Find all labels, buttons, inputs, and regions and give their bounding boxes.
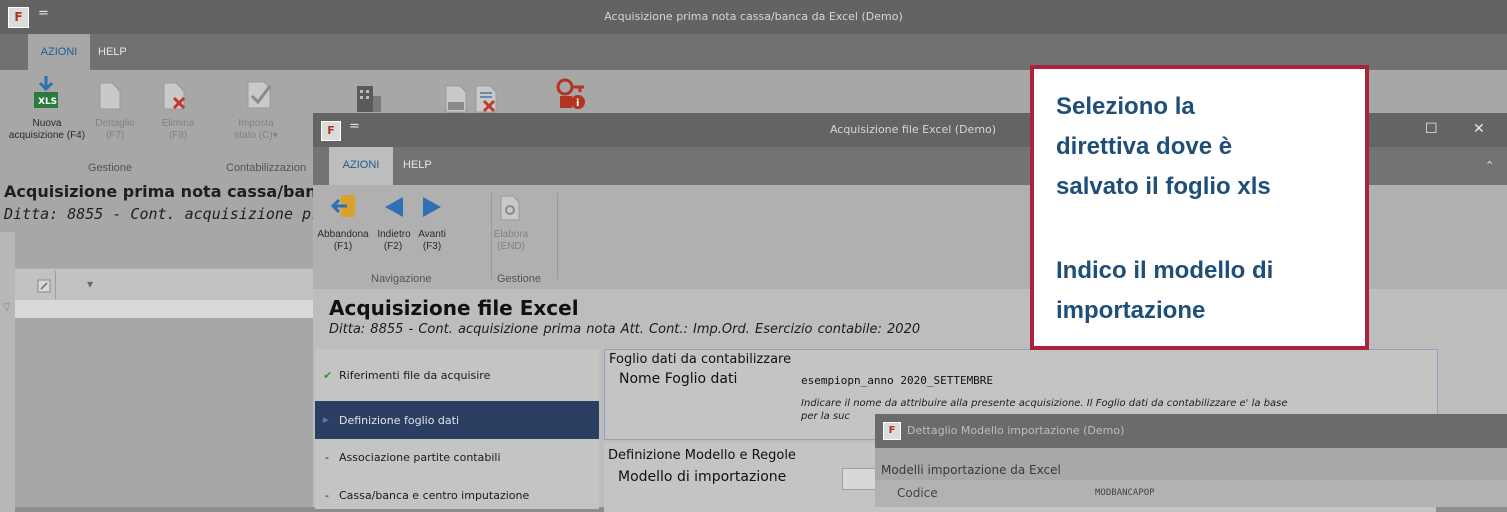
imposta-label-2: stato (C)▾ [234,130,278,141]
elimina-label-1: Elimina [161,118,195,129]
elimina-button[interactable]: Elimina (F8) [132,76,194,156]
group-navigazione-label: Navigazione [371,273,432,285]
step-riferimenti-label: Riferimenti file da acquisire [339,369,491,382]
callout-line-5: importazione [1056,297,1206,324]
step-bullet: - [325,489,329,502]
document-icon [99,82,121,110]
codice-label: Codice [897,486,938,500]
collapse-ribbon-icon[interactable]: ⌃ [1485,159,1494,172]
current-step-icon: ▸ [323,413,329,426]
callout-line-2: direttiva dove è [1056,133,1233,160]
abbandona-label-2: (F1) [333,241,353,252]
nuova-acquisizione-button[interactable]: XLS Nuova acquisizione (F4) [8,76,86,156]
sort-marker-icon[interactable]: ▾ [87,277,93,291]
dialog-page-title: Acquisizione file Excel [329,296,579,320]
avanti-label-2: (F3) [422,241,442,252]
dialog-group-gestione-label: Gestione [497,273,542,285]
close-icon[interactable]: ✕ [1473,121,1485,137]
foglio-dati-section-title: Foglio dati da contabilizzare [609,352,792,367]
callout-line-4: Indico il modello di [1056,257,1274,284]
dialog-tab-azioni[interactable]: AZIONI [329,147,393,185]
avanti-button[interactable]: Avanti (F3) [413,193,449,259]
modello-section-title: Definizione Modello e Regole [608,448,796,463]
grid-header: ▾ [15,268,315,301]
step-bullet: - [325,451,329,464]
elabora-label-1: Elabora [493,229,529,240]
subdialog-app-icon: F [883,422,901,440]
nome-foglio-hint: Indicare il nome da attribuire alla pres… [801,398,1288,409]
delete-list-icon[interactable] [472,84,500,114]
print-document-icon[interactable] [442,84,470,114]
ribbon-group-divider [491,193,492,279]
dettaglio-button[interactable]: Dettaglio (F7) [86,76,135,156]
callout-line-3: salvato il foglio xls [1056,173,1271,200]
svg-text:i: i [576,98,579,109]
arrow-left-icon [385,197,403,217]
elabora-label-2: (END) [497,241,525,252]
tab-azioni[interactable]: AZIONI [28,34,90,70]
nome-foglio-field[interactable]: esempiopn_anno 2020_SETTEMBRE [801,374,993,387]
codice-row: Codice MODBANCAPOP [875,480,1507,507]
wizard-steps: ✔ Riferimenti file da acquisire ▸ Defini… [315,349,599,509]
step-cassa-banca[interactable]: - Cassa/banca e centro imputazione [315,475,599,511]
avanti-label-1: Avanti [418,229,446,240]
step-definizione-label: Definizione foglio dati [339,414,460,427]
nome-foglio-hint-2: per la suc [801,411,850,422]
elabora-button[interactable]: Elabora (END) [489,193,533,259]
codice-field[interactable]: MODBANCAPOP [1095,488,1155,498]
modelli-section-title: Modelli importazione da Excel [881,463,1061,477]
step-associazione[interactable]: - Associazione partite contabili [315,439,599,475]
dettaglio-modello-window: F Dettaglio Modello importazione (Demo) … [875,414,1507,507]
imposta-stato-button[interactable]: Imposta stato (C)▾ [226,76,286,156]
indietro-label-2: (F2) [383,241,403,252]
callout-line-1: Seleziono la [1056,93,1195,120]
group-contabilizzazione-label: Contabilizzazion [226,162,307,174]
abbandona-button[interactable]: Abbandona (F1) [315,193,371,259]
exit-icon [331,195,355,217]
main-page-title: Acquisizione prima nota cassa/banca [4,182,337,201]
process-document-icon [500,195,520,221]
main-window-title: Acquisizione prima nota cassa/banca da E… [604,10,903,23]
nuova-label-1: Nuova [32,118,62,129]
maximize-icon[interactable]: ☐ [1425,121,1438,137]
edit-icon[interactable] [37,279,51,293]
ribbon-group-divider-2 [557,193,558,279]
step-riferimenti[interactable]: ✔ Riferimenti file da acquisire [315,349,599,401]
group-gestione-label: Gestione [88,162,133,174]
xls-import-icon: XLS [34,76,58,108]
modello-label: Modello di importazione [618,469,787,485]
nuova-label-2: acquisizione (F4) [8,130,86,141]
indietro-button[interactable]: Indietro (F2) [373,193,413,259]
tab-help[interactable]: HELP [98,34,127,70]
filter-icon[interactable]: ▽ [3,302,11,313]
main-title-bar: F = Acquisizione prima nota cassa/banca … [0,0,1507,34]
grid-filter-row: ▽ [3,300,315,318]
main-page-subtitle: Ditta: 8855 - Cont. acquisizione prima [4,205,348,223]
indietro-label-1: Indietro [377,229,411,240]
imposta-label-1: Imposta [238,118,274,129]
key-info-icon[interactable]: i [556,78,588,110]
step-definizione-foglio[interactable]: ▸ Definizione foglio dati [315,401,599,439]
step-associazione-label: Associazione partite contabili [339,451,501,464]
step-cassa-banca-label: Cassa/banca e centro imputazione [339,489,530,502]
check-document-icon [247,81,272,109]
grid-divider [55,271,56,299]
dialog-tab-help[interactable]: HELP [403,147,432,183]
subdialog-title: Dettaglio Modello importazione (Demo) [907,424,1125,437]
dialog-quick-access-menu[interactable]: = [349,119,360,134]
abbandona-label-1: Abbandona [317,229,369,240]
elimina-label-2: (F8) [168,130,188,141]
delete-document-icon [163,82,186,110]
check-icon: ✔ [323,369,333,382]
arrow-right-icon [423,197,441,217]
annotation-callout: Seleziono la direttiva dove è salvato il… [1030,65,1369,350]
building-icon[interactable] [354,84,382,114]
dialog-page-subtitle: Ditta: 8855 - Cont. acquisizione prima n… [329,322,921,337]
subdialog-title-bar: F Dettaglio Modello importazione (Demo) [875,414,1507,448]
nome-foglio-label: Nome Foglio dati [619,371,738,387]
svg-text:XLS: XLS [38,97,57,107]
grid-left-gutter [0,232,15,512]
dialog-app-icon: F [321,121,341,141]
